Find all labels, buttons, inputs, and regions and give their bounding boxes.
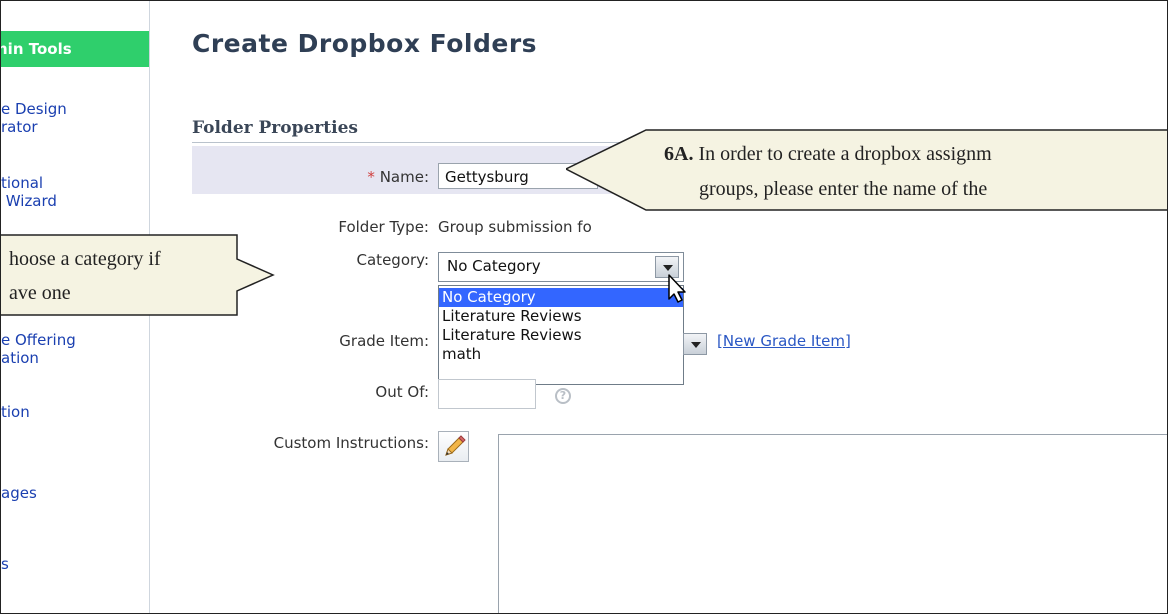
sidebar-item-design[interactable]: e Design rator: [1, 100, 67, 136]
name-callout-step: 6A.: [664, 143, 694, 165]
custom-instructions-label: Custom Instructions:: [273, 434, 429, 452]
custom-instructions-textarea[interactable]: [498, 434, 1167, 613]
sidebar-item-wizard[interactable]: tional Wizard: [1, 174, 57, 210]
category-option[interactable]: math: [439, 345, 683, 364]
folder-type-value: Group submission fo: [438, 218, 592, 236]
name-callout-text1: In order to create a dropbox assignm: [693, 143, 992, 165]
section-title: Folder Properties: [192, 118, 358, 138]
category-select[interactable]: No Category: [438, 252, 684, 282]
grade-item-label: Grade Item:: [339, 332, 429, 350]
screenshot-frame: hin Tools e Design rator tional Wizard e…: [0, 0, 1168, 614]
edit-instructions-button[interactable]: [438, 431, 469, 462]
category-callout-line1: hoose a category if: [9, 248, 161, 270]
category-option[interactable]: Literature Reviews: [439, 326, 683, 345]
sidebar-item-pages[interactable]: ages: [1, 484, 37, 502]
new-grade-item-link[interactable]: [New Grade Item]: [717, 332, 851, 350]
category-selected-value: No Category: [447, 257, 541, 275]
name-callout-line1: 6A. In order to create a dropbox assignm: [664, 143, 992, 166]
sidebar-header: hin Tools: [1, 31, 149, 67]
sidebar-item-offering[interactable]: e Offering ation: [1, 331, 76, 367]
name-label-text: Name:: [379, 168, 429, 186]
category-option[interactable]: No Category: [439, 288, 683, 307]
sidebar-item-s[interactable]: s: [1, 555, 9, 573]
out-of-label: Out Of:: [375, 383, 429, 401]
page-title: Create Dropbox Folders: [192, 29, 538, 58]
mouse-pointer-icon: [668, 274, 686, 303]
category-dropdown-list: No Category Literature Reviews Literatur…: [438, 285, 684, 385]
grade-item-dropdown-button[interactable]: [683, 333, 707, 355]
help-icon[interactable]: ?: [555, 388, 571, 404]
sidebar-item-tion[interactable]: tion: [1, 403, 30, 421]
name-callout-line2: groups, please enter the name of the: [699, 178, 988, 200]
out-of-input[interactable]: [438, 379, 536, 409]
category-callout-line2: ave one: [9, 282, 71, 304]
name-label: * Name:: [301, 168, 429, 186]
pencil-icon: [445, 435, 466, 456]
required-marker: *: [367, 168, 375, 186]
category-option[interactable]: Literature Reviews: [439, 307, 683, 326]
